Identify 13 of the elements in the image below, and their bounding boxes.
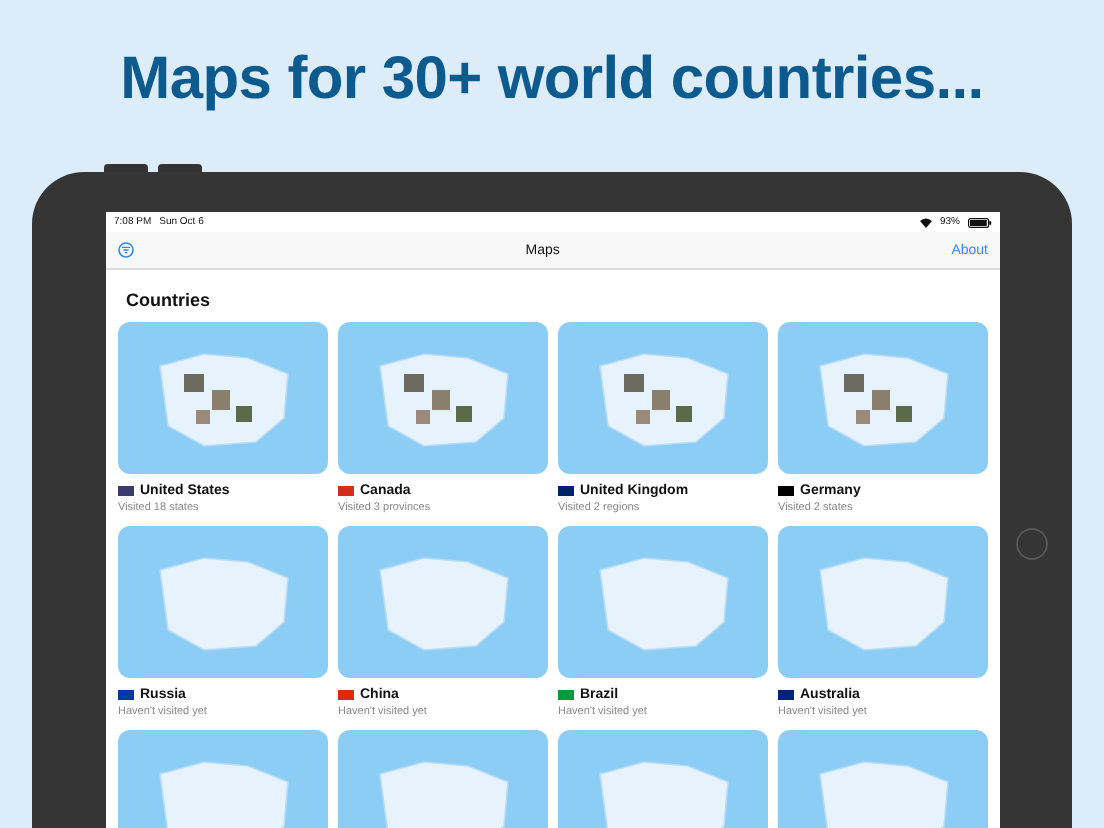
filter-icon[interactable] [118, 242, 134, 258]
map-tile[interactable] [558, 526, 768, 678]
map-tile[interactable] [338, 526, 548, 678]
battery-icon [968, 217, 992, 227]
map-tile[interactable] [778, 526, 988, 678]
section-title: Countries [126, 290, 213, 310]
map-tile[interactable] [778, 322, 988, 474]
map-tile[interactable] [118, 526, 328, 678]
map-tile[interactable] [118, 322, 328, 474]
headline: Maps for 30+ world countries... [118, 44, 986, 116]
wifi-icon [919, 217, 932, 227]
map-tile[interactable] [338, 322, 548, 474]
map-tile[interactable] [558, 322, 768, 474]
